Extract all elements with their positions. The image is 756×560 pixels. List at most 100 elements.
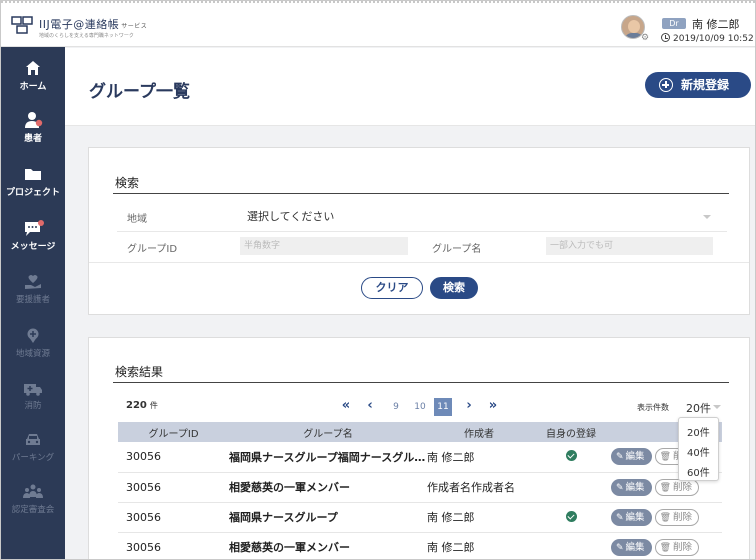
actions-cell: ✎編集🗑削除 (611, 502, 722, 533)
per-page-option-60[interactable]: 60件 (687, 464, 710, 479)
search-button[interactable]: 検索 (430, 277, 478, 299)
sidebar-item-label: パーキング (11, 453, 55, 463)
sidebar-item-label: 認定審査会 (11, 505, 55, 515)
sidebar: ホーム 患者 プロジェクト メッセージ 要援護者 地域資源 消防 パーキング 認… (1, 47, 65, 559)
app-tagline: 地域のくらしを支える専門職ネットワーク (39, 33, 134, 39)
edit-button[interactable]: ✎ 編集 (611, 508, 652, 526)
prev-page-button[interactable]: ‹ (362, 398, 378, 416)
group-name-cell[interactable]: 相愛慈英の一軍メンバー (229, 472, 427, 503)
sidebar-item-fire[interactable]: 消防 (1, 379, 65, 411)
sidebar-item-care[interactable]: 要援護者 (1, 273, 65, 305)
creator-cell: 南 修二郎 (427, 532, 531, 559)
app-window: IIJ電子@連絡帳 サービス 地域のくらしを支える専門職ネットワーク ⚙ Dr 南… (0, 0, 756, 560)
creator-cell: 南 修二郎 (427, 442, 531, 473)
group-id-input[interactable] (240, 237, 408, 255)
column-header[interactable]: グループ名 (229, 422, 427, 442)
datetime-text: 2019/10/09 10:52 (673, 34, 754, 44)
sidebar-item-message[interactable]: メッセージ (1, 219, 65, 252)
delete-label: 削除 (673, 481, 693, 493)
edit-button[interactable]: ✎ 編集 (611, 478, 652, 496)
form-divider (89, 262, 749, 263)
clear-button[interactable]: クリア (361, 277, 423, 299)
message-icon (25, 220, 44, 236)
delete-button[interactable]: 🗑削除 (654, 508, 700, 526)
user-name[interactable]: 南 修二郎 (692, 16, 740, 32)
table-row[interactable]: 30056 相愛慈英の一軍メンバー 南 修二郎 ✎ 編集 🗑 削除 (118, 532, 722, 559)
trash-icon: 🗑 (659, 452, 671, 463)
sidebar-item-home[interactable]: ホーム (1, 59, 65, 92)
registered-cell (531, 472, 611, 503)
table-row[interactable]: 30056 福岡県ナースグループ 南 修二郎 ✎ 編集 🗑 削除 (118, 502, 722, 533)
pencil-icon: ✎ (616, 512, 624, 523)
trash-icon: 🗑 (659, 482, 671, 493)
last-page-button[interactable]: » (485, 398, 501, 416)
group-name-cell[interactable]: 福岡県ナースグループ福岡ナースグループ (229, 442, 427, 473)
current-datetime: 2019/10/09 10:52 (661, 33, 754, 44)
per-page-option-20[interactable]: 20件 (687, 424, 710, 439)
edit-button[interactable]: ✎ 編集 (611, 448, 652, 466)
table-row[interactable]: 30056 相愛慈英の一軍メンバー 作成者名作成者名 ✎ 編集 🗑 削除 (118, 472, 722, 503)
delete-button[interactable]: 🗑削除 (654, 538, 700, 556)
creator-cell: 南 修二郎 (427, 502, 531, 533)
per-page-select[interactable]: 20件 (686, 400, 711, 416)
row-divider (117, 231, 727, 232)
table-header-row: グループID グループ名 作成者 自身の登録 (118, 422, 722, 442)
settings-gear-icon[interactable]: ⚙ (641, 33, 649, 43)
sidebar-item-label: 患者 (23, 134, 42, 144)
edit-label: 編集 (625, 481, 645, 493)
group-name-cell[interactable]: 相愛慈英の一軍メンバー (229, 532, 427, 559)
pencil-icon: ✎ (616, 542, 624, 553)
results-table: グループID グループ名 作成者 自身の登録 30056 福岡県ナースグループ福… (118, 422, 722, 559)
edit-label: 編集 (625, 451, 645, 463)
sidebar-item-committee[interactable]: 認定審査会 (1, 483, 65, 515)
delete-label: 削除 (673, 511, 693, 523)
edit-label: 編集 (625, 511, 645, 523)
next-page-button[interactable]: › (461, 398, 477, 416)
table-row[interactable]: 30056 福岡県ナースグループ福岡ナースグループ 南 修二郎 ✎編集🗑削除 (118, 442, 722, 473)
region-select[interactable]: 選択してください (247, 208, 334, 224)
sidebar-item-label: ホーム (19, 82, 47, 92)
chevron-down-icon[interactable] (713, 405, 721, 409)
first-page-button[interactable]: « (338, 398, 354, 416)
group-id-cell: 30056 (118, 472, 229, 503)
chevron-down-icon[interactable] (703, 215, 711, 219)
group-name-input[interactable] (546, 237, 713, 255)
actions-cell: ✎編集🗑削除 (611, 532, 722, 559)
top-header: IIJ電子@連絡帳 サービス 地域のくらしを支える専門職ネットワーク ⚙ Dr 南… (1, 1, 755, 47)
sidebar-item-label: 消防 (24, 401, 42, 411)
group-id-cell: 30056 (118, 532, 229, 559)
results-title-rule (113, 382, 729, 383)
group-name-cell[interactable]: 福岡県ナースグループ (229, 502, 427, 533)
new-register-button[interactable]: 新規登録 (645, 72, 751, 98)
sidebar-item-region[interactable]: 地域資源 (1, 327, 65, 359)
app-brand[interactable]: IIJ電子@連絡帳 サービス (39, 16, 147, 32)
trash-icon: 🗑 (659, 542, 671, 553)
column-header[interactable]: 作成者 (427, 422, 531, 442)
delete-button[interactable]: 🗑削除 (654, 478, 700, 496)
sidebar-item-patient[interactable]: 患者 (1, 111, 65, 144)
sidebar-item-label: 要援護者 (15, 295, 50, 305)
column-header[interactable]: 自身の登録 (531, 422, 611, 442)
page-11-button[interactable]: 11 (434, 398, 452, 416)
registered-cell (531, 502, 611, 533)
registered-cell (531, 442, 611, 473)
page-title: グループ一覧 (89, 82, 190, 102)
brand-name: IIJ電子@連絡帳 (39, 18, 120, 31)
committee-icon (23, 484, 43, 498)
sidebar-item-parking[interactable]: パーキング (1, 431, 65, 463)
page-header: グループ一覧 新規登録 (65, 48, 755, 126)
per-page-label: 表示件数 (637, 403, 669, 412)
page-10-button[interactable]: 10 (410, 398, 430, 416)
home-icon (26, 61, 40, 75)
region-label: 地域 (127, 214, 147, 225)
column-header[interactable]: グループID (118, 422, 229, 442)
sidebar-item-project[interactable]: プロジェクト (1, 165, 65, 198)
sidebar-item-label: 地域資源 (15, 349, 50, 359)
role-badge: Dr (662, 18, 686, 29)
delete-label: 削除 (673, 541, 693, 553)
page-9-button[interactable]: 9 (387, 398, 405, 416)
check-circle-icon (565, 450, 577, 462)
pencil-icon: ✎ (616, 452, 624, 463)
edit-button[interactable]: ✎ 編集 (611, 538, 652, 556)
per-page-option-40[interactable]: 40件 (687, 444, 710, 459)
